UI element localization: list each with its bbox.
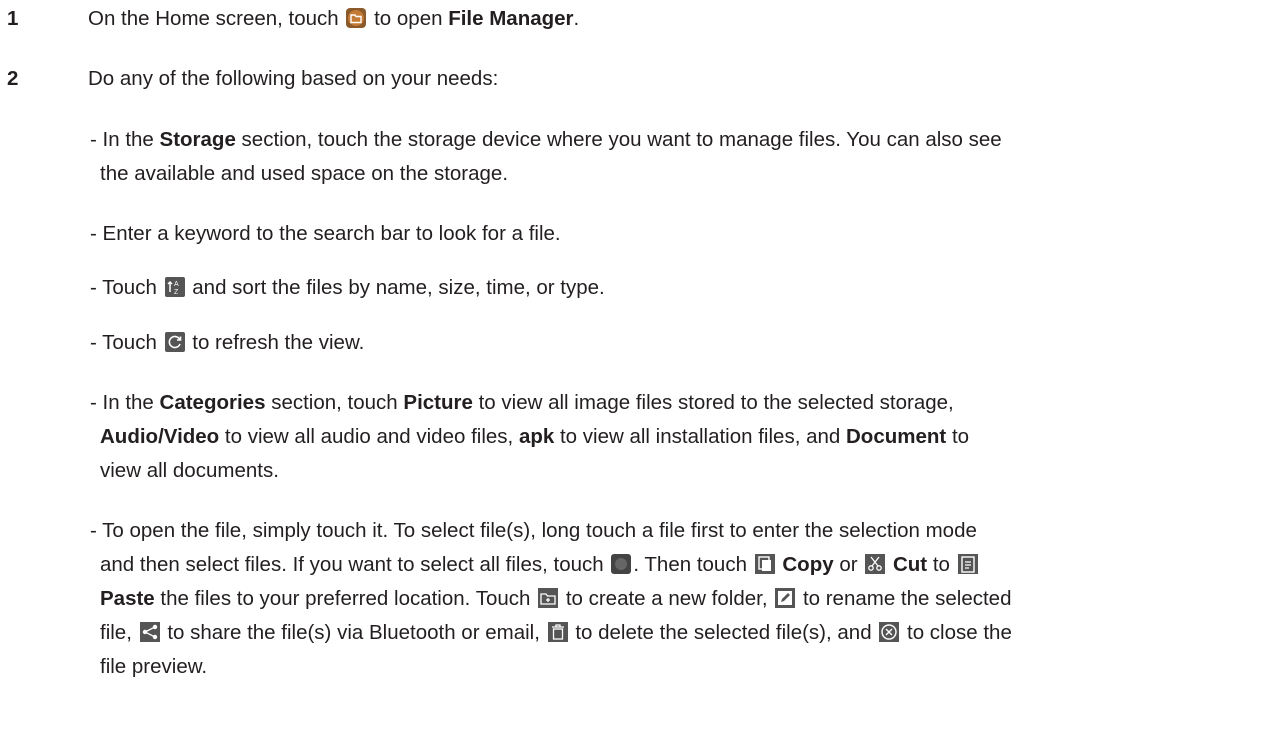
cut-bold: Cut: [892, 553, 928, 576]
files-l4d: to close the: [907, 621, 1012, 644]
step-number-2: 2: [7, 67, 19, 90]
copy-icon: [754, 554, 775, 574]
delete-icon: [547, 622, 568, 642]
categories-t5: to: [951, 425, 970, 448]
new-folder-icon: [538, 588, 559, 608]
files-l4b: to share the file(s) via Bluetooth or em…: [167, 621, 540, 644]
refresh-pre: - Touch: [90, 331, 157, 354]
categories-t1: section, touch: [271, 391, 398, 414]
files-line-1: - To open the file, simply touch it. To …: [90, 519, 977, 542]
storage-line-2: the available and used space on the stor…: [100, 162, 509, 185]
document-bold: Document: [846, 425, 947, 448]
categories-line-2: Audio/Video to view all audio and video …: [100, 425, 969, 449]
refresh-line: - Touch to refresh the view.: [90, 331, 364, 355]
file-manager-icon: [346, 8, 367, 28]
categories-t2: to view all image files stored to the se…: [478, 391, 954, 414]
apk-bold: apk: [518, 425, 555, 448]
storage-pre: - In the: [90, 128, 154, 151]
storage-line-1: - In the Storage section, touch the stor…: [90, 128, 1002, 152]
refresh-icon: [164, 332, 185, 352]
rename-icon: [775, 588, 796, 608]
step-1-mid: to open: [374, 7, 443, 30]
step-number-1: 1: [7, 7, 19, 30]
files-to: to: [932, 553, 950, 576]
step-1-bold: File Manager: [448, 7, 574, 30]
files-l4c: to delete the selected file(s), and: [575, 621, 872, 644]
files-line-5: file preview.: [100, 655, 208, 678]
files-l4a: file,: [100, 621, 132, 644]
files-l2a: and then select files. If you want to se…: [100, 553, 604, 576]
sort-pre: - Touch: [90, 276, 157, 299]
select-all-icon: [611, 554, 632, 574]
files-line-4: file, to share the file(s) via Bluetooth…: [100, 621, 1012, 645]
files-line-2: and then select files. If you want to se…: [100, 553, 980, 577]
categories-line-1: - In the Categories section, touch Pictu…: [90, 391, 954, 415]
sort-icon: AZ: [164, 277, 185, 297]
categories-t4: to view all installation files, and: [559, 425, 841, 448]
paste-bold: Paste: [100, 587, 155, 610]
storage-post: section, touch the storage device where …: [241, 128, 1002, 151]
files-or: or: [839, 553, 858, 576]
close-preview-icon: [879, 622, 900, 642]
step-1-post: .: [573, 7, 580, 30]
cut-icon: [865, 554, 886, 574]
storage-bold: Storage: [159, 128, 236, 151]
svg-text:Z: Z: [174, 289, 179, 296]
sort-line: - Touch AZ and sort the files by name, s…: [90, 276, 605, 300]
copy-bold: Copy: [782, 553, 834, 576]
sort-post: and sort the files by name, size, time, …: [192, 276, 605, 299]
paste-icon: [957, 554, 978, 574]
refresh-post: to refresh the view.: [192, 331, 365, 354]
audio-video-bold: Audio/Video: [100, 425, 220, 448]
files-l3b: to create a new folder,: [565, 587, 768, 610]
svg-text:A: A: [174, 281, 179, 288]
step-1-pre: On the Home screen, touch: [88, 7, 339, 30]
categories-t3: to view all audio and video files,: [224, 425, 514, 448]
step-1-text: On the Home screen, touch to open File M…: [88, 7, 579, 31]
search-line: - Enter a keyword to the search bar to l…: [90, 222, 561, 245]
categories-line-3: view all documents.: [100, 459, 279, 482]
picture-bold: Picture: [403, 391, 473, 414]
files-line-3: Paste the files to your preferred locati…: [100, 587, 1011, 611]
categories-pre: - In the: [90, 391, 154, 414]
categories-bold: Categories: [159, 391, 266, 414]
files-l3a: the files to your preferred location. To…: [160, 587, 531, 610]
share-icon: [139, 622, 160, 642]
step-2-intro: Do any of the following based on your ne…: [88, 67, 499, 90]
files-l3c: to rename the selected: [802, 587, 1012, 610]
files-l2b: . Then touch: [633, 553, 747, 576]
